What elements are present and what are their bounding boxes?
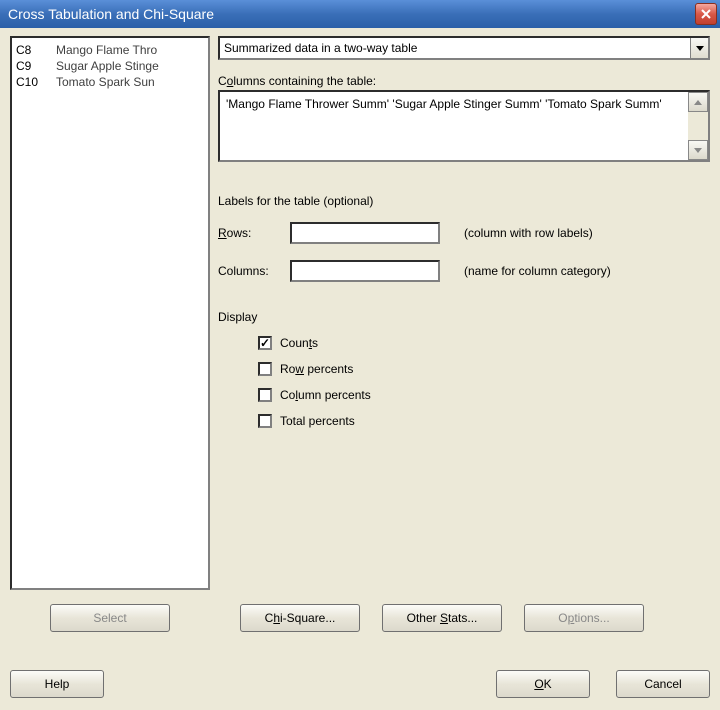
scroll-up-button[interactable]: [688, 92, 708, 112]
row-percents-checkbox[interactable]: [258, 362, 272, 376]
list-item-code: C9: [16, 58, 56, 74]
chi-square-button[interactable]: Chi-Square...: [240, 604, 360, 632]
close-icon: [701, 9, 711, 19]
list-item-code: C10: [16, 74, 56, 90]
rows-label: Rows:: [218, 226, 290, 240]
labels-section: Labels for the table (optional) Rows: (c…: [218, 194, 710, 282]
list-item-name: Tomato Spark Sun: [56, 74, 155, 90]
list-item[interactable]: C8 Mango Flame Thro: [16, 42, 204, 58]
chevron-up-icon: [694, 100, 702, 105]
dropdown-text: Summarized data in a two-way table: [220, 41, 690, 55]
counts-checkbox[interactable]: ✓: [258, 336, 272, 350]
columns-containing-table-input[interactable]: 'Mango Flame Thrower Summ' 'Sugar Apple …: [218, 90, 710, 162]
right-panel: Summarized data in a two-way table Colum…: [218, 36, 710, 590]
row-percents-label: Row percents: [280, 362, 353, 376]
dialog-body: C8 Mango Flame Thro C9 Sugar Apple Sting…: [0, 28, 720, 710]
data-type-dropdown[interactable]: Summarized data in a two-way table: [218, 36, 710, 60]
list-item-name: Mango Flame Thro: [56, 42, 157, 58]
column-percents-checkbox[interactable]: [258, 388, 272, 402]
columns-input[interactable]: [290, 260, 440, 282]
columns-hint: (name for column category): [464, 264, 611, 278]
total-percents-checkbox[interactable]: [258, 414, 272, 428]
help-button[interactable]: Help: [10, 670, 104, 698]
cancel-button[interactable]: Cancel: [616, 670, 710, 698]
columns-table-label: Columns containing the table:: [218, 74, 710, 88]
labels-section-header: Labels for the table (optional): [218, 194, 710, 208]
counts-label: Counts: [280, 336, 318, 350]
other-stats-button[interactable]: Other Stats...: [382, 604, 502, 632]
chevron-down-icon: [696, 46, 704, 51]
title-bar: Cross Tabulation and Chi-Square: [0, 0, 720, 28]
display-header: Display: [218, 310, 710, 324]
list-item[interactable]: C10 Tomato Spark Sun: [16, 74, 204, 90]
list-item-name: Sugar Apple Stinge: [56, 58, 159, 74]
chevron-down-icon: [694, 148, 702, 153]
variable-listbox[interactable]: C8 Mango Flame Thro C9 Sugar Apple Sting…: [10, 36, 210, 590]
column-percents-label: Column percents: [280, 388, 371, 402]
list-item[interactable]: C9 Sugar Apple Stinge: [16, 58, 204, 74]
columns-label: Columns:: [218, 264, 290, 278]
close-button[interactable]: [695, 3, 717, 25]
scroll-down-button[interactable]: [688, 140, 708, 160]
list-item-code: C8: [16, 42, 56, 58]
rows-input[interactable]: [290, 222, 440, 244]
ok-button[interactable]: OK: [496, 670, 590, 698]
columns-table-value: 'Mango Flame Thrower Summ' 'Sugar Apple …: [220, 92, 688, 160]
options-button[interactable]: Options...: [524, 604, 644, 632]
scrollbar: [688, 92, 708, 160]
window-title: Cross Tabulation and Chi-Square: [8, 6, 214, 22]
dropdown-button[interactable]: [690, 38, 708, 58]
select-button[interactable]: Select: [50, 604, 170, 632]
display-section: Display ✓ Counts Row percents Column per…: [218, 310, 710, 428]
total-percents-label: Total percents: [280, 414, 355, 428]
rows-hint: (column with row labels): [464, 226, 593, 240]
